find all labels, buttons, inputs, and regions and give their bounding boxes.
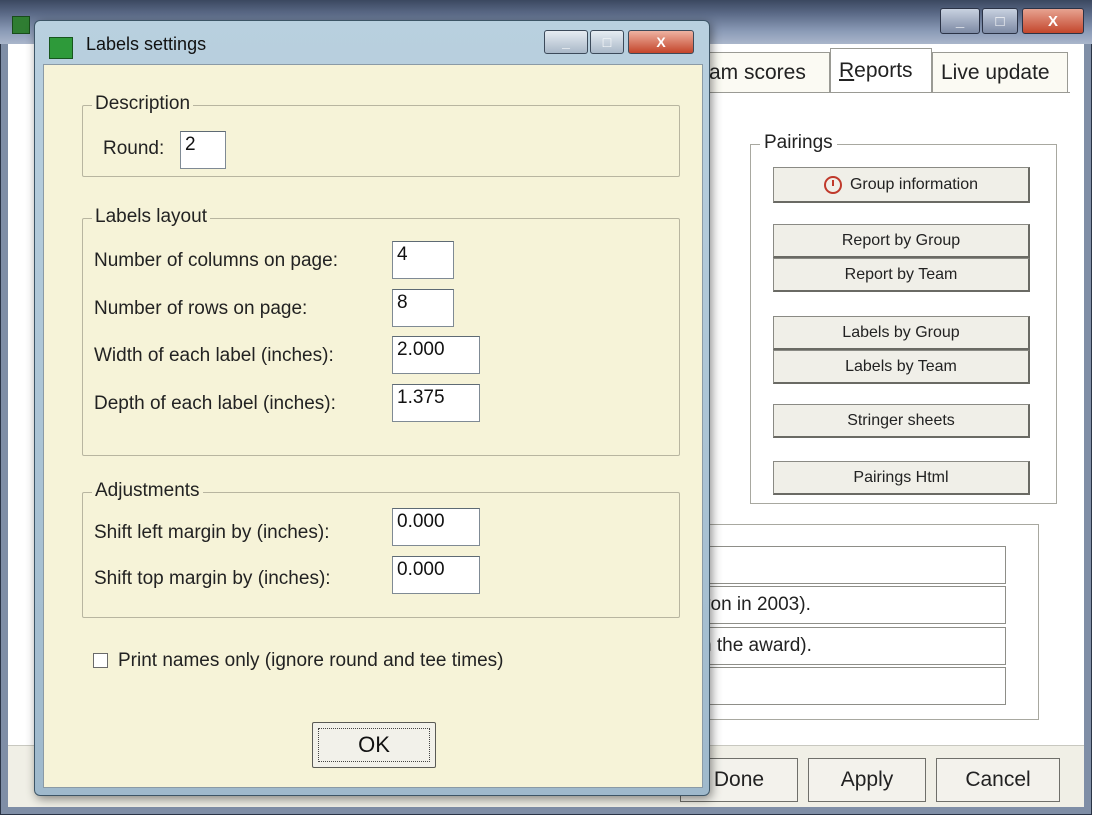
- labels-layout-legend: Labels layout: [92, 206, 210, 228]
- note-field[interactable]: n the award).: [680, 627, 1006, 665]
- width-label: Width of each label (inches):: [94, 345, 334, 366]
- tab-team-scores[interactable]: am scores: [700, 52, 830, 92]
- report-by-group-button[interactable]: Report by Group: [773, 224, 1030, 258]
- adjustments-legend: Adjustments: [92, 480, 203, 502]
- rows-input[interactable]: 8: [392, 289, 454, 327]
- labels-by-team-button[interactable]: Labels by Team: [773, 350, 1030, 384]
- cancel-button[interactable]: Cancel: [936, 758, 1060, 802]
- stringer-sheets-button[interactable]: Stringer sheets: [773, 404, 1030, 438]
- width-input[interactable]: 2.000: [392, 336, 480, 374]
- depth-label: Depth of each label (inches):: [94, 393, 336, 414]
- description-group: [82, 105, 680, 177]
- tab-live-update[interactable]: Live update: [932, 52, 1068, 92]
- left-margin-input[interactable]: 0.000: [392, 508, 480, 546]
- dialog-close-button[interactable]: X: [628, 30, 694, 54]
- labels-by-group-button[interactable]: Labels by Group: [773, 316, 1030, 350]
- rows-label: Number of rows on page:: [94, 298, 308, 319]
- main-maximize-button[interactable]: □: [982, 8, 1018, 34]
- note-field[interactable]: von in 2003).: [680, 586, 1006, 624]
- ok-button-label: OK: [318, 728, 430, 762]
- tab-reports[interactable]: Reports: [830, 48, 932, 92]
- description-legend: Description: [92, 93, 194, 115]
- group-information-label: Group information: [849, 175, 979, 193]
- main-close-button[interactable]: X: [1022, 8, 1084, 34]
- round-input[interactable]: 2: [180, 131, 226, 169]
- app-icon: [12, 16, 30, 34]
- top-margin-label: Shift top margin by (inches):: [94, 568, 331, 589]
- tab-strip-line: [700, 92, 1070, 93]
- note-field[interactable]: [680, 667, 1006, 705]
- dialog-maximize-button[interactable]: □: [590, 30, 624, 54]
- labels-settings-icon: [49, 37, 73, 59]
- columns-input[interactable]: 4: [392, 241, 454, 279]
- report-by-team-button[interactable]: Report by Team: [773, 258, 1030, 292]
- main-minimize-button[interactable]: _: [940, 8, 980, 34]
- print-names-only-checkbox[interactable]: [93, 653, 108, 668]
- note-field[interactable]: [680, 546, 1006, 584]
- left-margin-label: Shift left margin by (inches):: [94, 522, 330, 543]
- columns-label: Number of columns on page:: [94, 250, 338, 271]
- top-margin-input[interactable]: 0.000: [392, 556, 480, 594]
- pairings-legend: Pairings: [760, 132, 837, 154]
- depth-input[interactable]: 1.375: [392, 384, 480, 422]
- dialog-title: Labels settings: [86, 34, 207, 54]
- apply-button[interactable]: Apply: [808, 758, 926, 802]
- adjustments-group: [82, 492, 680, 618]
- round-label: Round:: [103, 138, 165, 159]
- print-names-only-label[interactable]: Print names only (ignore round and tee t…: [118, 650, 503, 672]
- group-information-button[interactable]: Group information: [773, 167, 1030, 203]
- dialog-minimize-button[interactable]: _: [544, 30, 588, 54]
- ok-button[interactable]: OK: [312, 722, 436, 768]
- clock-icon: [823, 175, 842, 194]
- pairings-html-button[interactable]: Pairings Html: [773, 461, 1030, 495]
